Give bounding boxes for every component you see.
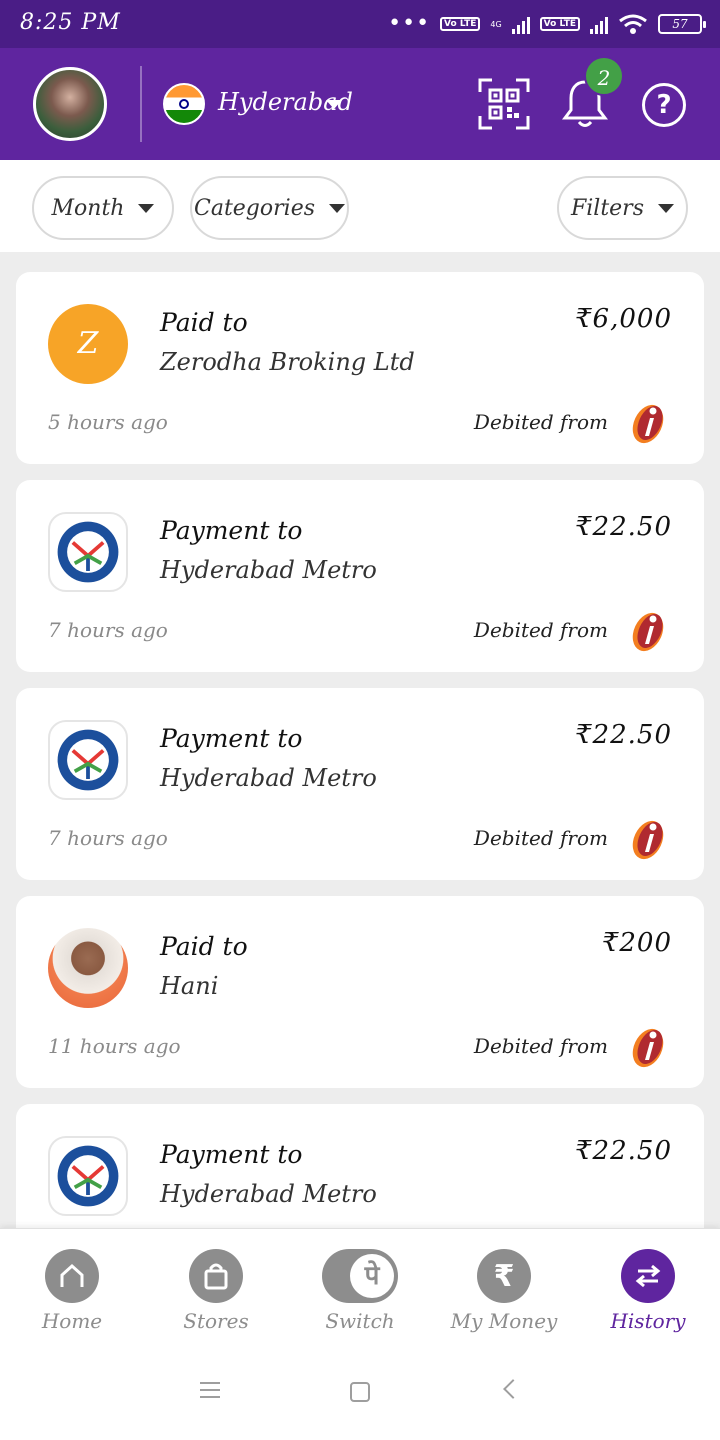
debited-from-label: Debited from [473, 826, 608, 850]
transaction-type: Payment to [160, 724, 303, 753]
icici-bank-icon [632, 820, 664, 860]
phonepe-logo-icon: पे [350, 1254, 394, 1298]
icici-bank-icon [632, 404, 664, 444]
caret-down-icon [138, 203, 155, 213]
shopping-bag-icon [189, 1249, 243, 1303]
nav-switch[interactable]: पे Switch [288, 1249, 432, 1339]
nav-history-label: History [610, 1309, 686, 1333]
debited-from-label: Debited from [473, 1034, 608, 1058]
transaction-card[interactable]: Payment to Hyderabad Metro ₹22.50 7 hour… [16, 480, 704, 672]
transaction-list[interactable]: Z Paid to Zerodha Broking Ltd ₹6,000 5 h… [0, 252, 720, 1228]
transaction-card[interactable]: Payment to Hyderabad Metro ₹22.50 7 hour… [16, 688, 704, 880]
transaction-amount: ₹22.50 [575, 720, 672, 750]
more-dots-icon: ••• [388, 11, 431, 36]
debited-from-label: Debited from [473, 618, 608, 642]
signal-icon [511, 14, 530, 34]
transaction-payee: Hani [160, 972, 219, 1000]
transaction-time: 11 hours ago [48, 1034, 181, 1058]
hyderabad-metro-logo-icon [48, 720, 128, 800]
hyderabad-metro-logo-icon [48, 1136, 128, 1216]
system-back-icon[interactable] [503, 1379, 523, 1399]
status-time: 8:25 PM [20, 10, 121, 35]
transaction-type: Paid to [160, 932, 248, 961]
transaction-payee: Hyderabad Metro [160, 556, 377, 584]
status-bar: 8:25 PM ••• Vo LTE 4G Vo LTE 57 [0, 0, 720, 48]
transaction-amount: ₹200 [601, 928, 672, 958]
status-icons: ••• Vo LTE 4G Vo LTE 57 [388, 10, 706, 38]
bottom-nav: Home Stores पे Switch ₹ My Money History [0, 1228, 720, 1344]
caret-down-icon [329, 203, 345, 213]
debited-from-label: Debited from [473, 410, 608, 434]
transaction-type: Payment to [160, 1140, 303, 1169]
contact-avatar [48, 928, 128, 1008]
icici-bank-icon [632, 1028, 664, 1068]
volte-icon-2: Vo LTE [539, 17, 580, 31]
app-header: Hyderabad 2 ? [0, 48, 720, 160]
categories-filter-label: Categories [194, 195, 315, 221]
switch-toggle-icon: पे [322, 1249, 398, 1303]
nav-home-label: Home [41, 1309, 103, 1333]
transaction-amount: ₹6,000 [575, 304, 672, 334]
home-icon [45, 1249, 99, 1303]
nav-my-money[interactable]: ₹ My Money [432, 1249, 576, 1339]
nav-switch-label: Switch [325, 1309, 395, 1333]
network-type-label: 4G [490, 19, 502, 29]
hyderabad-metro-logo-icon [48, 512, 128, 592]
nav-my-money-label: My Money [450, 1309, 558, 1333]
transaction-payee: Hyderabad Metro [160, 764, 377, 792]
transaction-amount: ₹22.50 [575, 1136, 672, 1166]
transaction-type: Payment to [160, 516, 303, 545]
caret-down-icon [658, 203, 674, 213]
month-filter-label: Month [51, 195, 125, 221]
notification-badge: 2 [584, 56, 624, 96]
zerodha-logo-icon: Z [48, 304, 128, 384]
chevron-down-icon[interactable] [326, 100, 342, 109]
recent-apps-icon[interactable] [200, 1382, 220, 1398]
system-home-icon[interactable] [350, 1382, 370, 1402]
help-icon[interactable]: ? [642, 83, 686, 127]
nav-stores[interactable]: Stores [144, 1249, 288, 1339]
system-nav-bar [0, 1344, 720, 1440]
qr-scan-icon[interactable] [478, 78, 530, 130]
nav-home[interactable]: Home [0, 1249, 144, 1339]
transaction-card[interactable]: Paid to Hani ₹200 11 hours ago Debited f… [16, 896, 704, 1088]
rupee-icon: ₹ [477, 1249, 531, 1303]
transaction-payee: Zerodha Broking Ltd [160, 348, 415, 376]
month-filter-chip[interactable]: Month [32, 176, 174, 240]
battery-icon: 57 [658, 14, 706, 34]
wifi-icon [619, 14, 647, 34]
transaction-card[interactable]: Payment to Hyderabad Metro ₹22.50 [16, 1104, 704, 1228]
header-divider [140, 66, 142, 142]
signal-icon-2 [590, 14, 608, 34]
nav-stores-label: Stores [183, 1309, 249, 1333]
india-flag-icon[interactable] [163, 83, 205, 125]
categories-filter-chip[interactable]: Categories [190, 176, 349, 240]
transaction-payee: Hyderabad Metro [160, 1180, 377, 1208]
nav-history[interactable]: History [576, 1249, 720, 1339]
profile-avatar[interactable] [33, 67, 107, 141]
swap-arrows-icon [621, 1249, 675, 1303]
transaction-time: 5 hours ago [48, 410, 168, 434]
transaction-type: Paid to [160, 308, 248, 337]
icici-bank-icon [632, 612, 664, 652]
transaction-card[interactable]: Z Paid to Zerodha Broking Ltd ₹6,000 5 h… [16, 272, 704, 464]
transaction-amount: ₹22.50 [575, 512, 672, 542]
transaction-time: 7 hours ago [48, 618, 168, 642]
filters-label: Filters [570, 195, 644, 221]
transaction-time: 7 hours ago [48, 826, 168, 850]
filter-bar: Month Categories Filters [0, 160, 720, 252]
volte-icon: Vo LTE [440, 17, 481, 31]
filters-chip[interactable]: Filters [557, 176, 688, 240]
